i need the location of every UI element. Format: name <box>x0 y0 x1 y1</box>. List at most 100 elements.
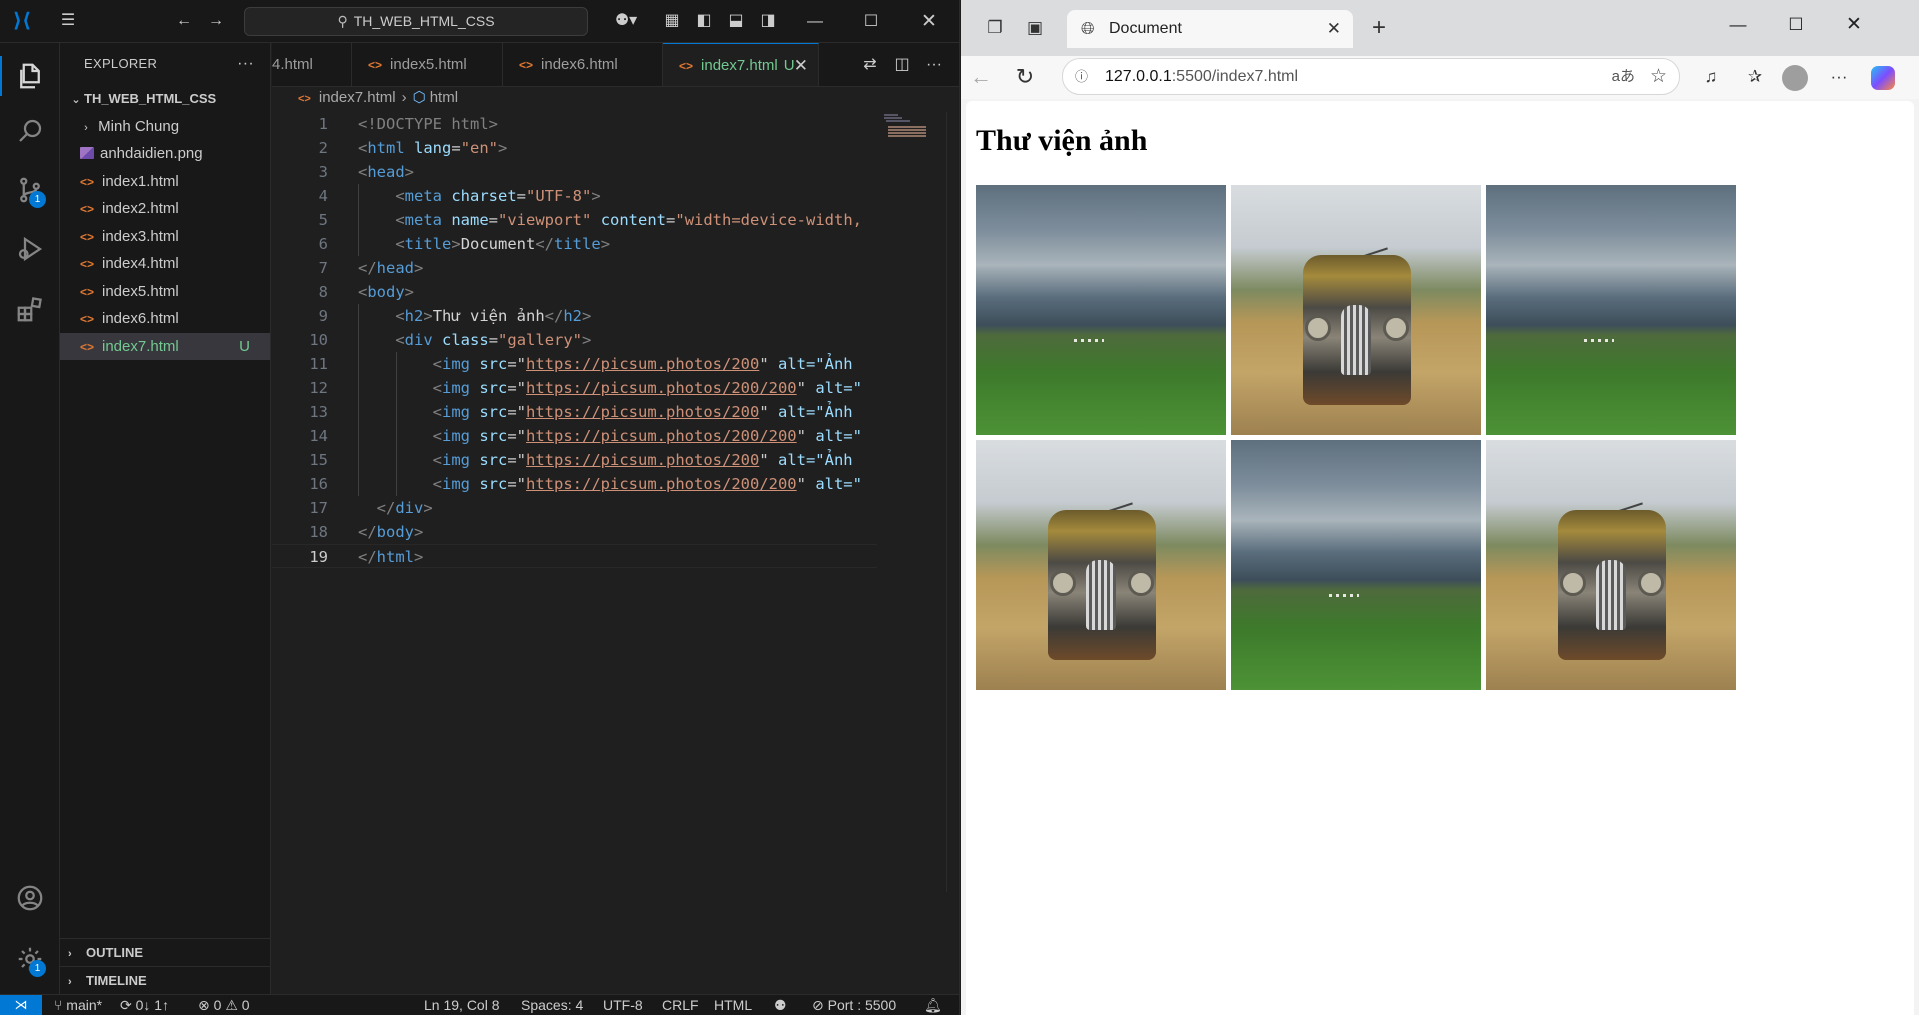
folder-label: Minh Chung <box>98 117 180 135</box>
favorites-icon[interactable]: ✰ <box>1739 61 1771 93</box>
truck-grille <box>1596 560 1626 630</box>
tab-index7[interactable]: <> index7.html U ✕ <box>663 43 819 86</box>
breadcrumb-file[interactable]: index7.html <box>319 89 396 106</box>
branch-status[interactable]: ⑂ main* <box>54 995 102 1015</box>
minimap[interactable] <box>884 112 946 152</box>
close-tab-icon[interactable]: ✕ <box>1327 10 1341 48</box>
toggle-secondary-sidebar-icon[interactable]: ◨ <box>756 10 780 32</box>
editor-scrollbar[interactable] <box>946 112 959 892</box>
content-value: "width=device-width, <box>675 211 862 229</box>
command-center-search[interactable]: ⚲ TH_WEB_HTML_CSS <box>244 7 588 36</box>
code-editor[interactable]: 1 <!DOCTYPE html> 2 <html lang="en"> 3 <hea… <box>272 112 877 892</box>
editor-more-icon[interactable]: ··· <box>918 43 950 86</box>
site-info-icon[interactable]: ⓘ <box>1075 59 1097 94</box>
img-src-link[interactable]: https://picsum.photos/200 <box>526 451 759 469</box>
language-status[interactable]: HTML <box>714 995 752 1015</box>
manage-gear-icon[interactable]: 1 <box>0 933 60 985</box>
favorite-star-icon[interactable]: ☆ <box>1650 59 1667 94</box>
search-icon[interactable] <box>0 105 60 157</box>
folder-minh-chung[interactable]: › Minh Chung <box>60 113 270 141</box>
more-actions-icon[interactable]: ··· <box>237 43 254 85</box>
line-number: 12 <box>309 379 328 397</box>
outline-section[interactable]: › OUTLINE <box>60 938 271 966</box>
menu-icon[interactable]: ☰ <box>56 10 80 32</box>
eol-status[interactable]: CRLF <box>662 995 699 1015</box>
toggle-sidebar-icon[interactable]: ◧ <box>692 10 716 32</box>
problems-status[interactable]: ⊗ 0 ⚠ 0 <box>198 995 250 1015</box>
explorer-icon[interactable] <box>0 50 60 102</box>
close-button[interactable]: ✕ <box>906 0 952 43</box>
source-control-icon[interactable]: 1 <box>0 164 60 216</box>
chevron-right-icon: › <box>68 948 72 960</box>
run-debug-icon[interactable] <box>0 223 60 275</box>
copilot-icon[interactable]: ⚉▾ <box>608 10 644 32</box>
file-index4[interactable]: <> index4.html <box>60 250 270 278</box>
settings-more-icon[interactable]: ··· <box>1823 61 1855 93</box>
img-src-link[interactable]: https://picsum.photos/200 <box>526 403 759 421</box>
img-src-link[interactable]: https://picsum.photos/200 <box>526 355 759 373</box>
indentation-status[interactable]: Spaces: 4 <box>521 995 583 1015</box>
compare-changes-icon[interactable]: ⇄ <box>854 43 886 86</box>
file-index1[interactable]: <> index1.html <box>60 168 270 196</box>
notifications-bell-icon[interactable]: 🔔︎ <box>924 995 942 1015</box>
sheep-detail <box>1329 594 1359 597</box>
back-icon[interactable]: ← <box>172 10 196 32</box>
gallery-image-truck <box>976 440 1226 690</box>
encoding-status[interactable]: UTF-8 <box>603 995 643 1015</box>
cursor-position[interactable]: Ln 19, Col 8 <box>424 995 500 1015</box>
tab-index5[interactable]: <> index5.html <box>352 43 503 86</box>
alt-attr: alt=" <box>815 475 862 493</box>
extensions-icon[interactable] <box>0 283 60 335</box>
tab-index6[interactable]: <> index6.html <box>503 43 663 86</box>
workspaces-icon[interactable]: ❐ <box>979 12 1011 44</box>
timeline-label: TIMELINE <box>86 973 147 988</box>
timeline-section[interactable]: › TIMELINE <box>60 966 271 994</box>
profile-avatar-icon[interactable] <box>1779 61 1811 93</box>
file-index3[interactable]: <> index3.html <box>60 223 270 251</box>
browser-maximize-button[interactable]: ☐ <box>1767 0 1825 50</box>
maximize-button[interactable]: ☐ <box>848 0 894 43</box>
file-anhdaidien[interactable]: anhdaidien.png <box>60 140 270 168</box>
address-bar[interactable]: ⓘ 127.0.0.1:5500/index7.html aあ ☆ <box>1062 58 1680 95</box>
remote-indicator-icon[interactable]: ⋊ <box>0 995 42 1015</box>
line-number: 4 <box>318 187 328 205</box>
file-label: index2.html <box>102 200 179 217</box>
browser-tab-document[interactable]: 🌐︎ Document ✕ <box>1067 10 1353 48</box>
minimize-button[interactable]: — <box>792 0 838 43</box>
customize-layout-icon[interactable]: ▦ <box>660 10 684 32</box>
split-editor-icon[interactable]: ◫ <box>886 43 918 86</box>
back-icon[interactable]: ← <box>965 61 997 93</box>
copilot-status-icon[interactable]: ⚉ <box>774 995 787 1015</box>
browser-close-button[interactable]: ✕ <box>1825 0 1883 50</box>
browser-minimize-button[interactable]: — <box>1709 0 1767 50</box>
live-server-status[interactable]: ⊘ Port : 5500 <box>812 995 896 1015</box>
html-file-icon: <> <box>80 202 95 216</box>
file-index7[interactable]: <> index7.html U <box>60 332 270 360</box>
refresh-icon[interactable]: ↻ <box>1009 61 1041 93</box>
img-src-link[interactable]: https://picsum.photos/200/200 <box>526 379 797 397</box>
extensions-puzzle-icon[interactable]: ♫ <box>1695 61 1727 93</box>
read-aloud-icon[interactable]: aあ <box>1612 59 1635 94</box>
toggle-panel-icon[interactable]: ⬓ <box>724 10 748 32</box>
html-file-icon: <> <box>298 93 311 105</box>
file-index5[interactable]: <> index5.html <box>60 278 270 306</box>
img-src-link[interactable]: https://picsum.photos/200/200 <box>526 475 797 493</box>
sidebar-bottom-sections: › OUTLINE › TIMELINE <box>60 938 271 994</box>
gallery-image-storm <box>976 185 1226 435</box>
name-value: "viewport" <box>498 211 592 229</box>
explorer-header: EXPLORER ··· <box>60 43 270 85</box>
workspace-root-folder[interactable]: ⌄ TH_WEB_HTML_CSS <box>60 85 270 113</box>
file-index2[interactable]: <> index2.html <box>60 195 270 223</box>
tab-actions-icon[interactable]: ▣ <box>1019 12 1051 44</box>
close-tab-icon[interactable]: ✕ <box>794 44 808 86</box>
file-index6[interactable]: <> index6.html <box>60 305 270 333</box>
sync-status[interactable]: ⟳ 0↓ 1↑ <box>120 995 169 1015</box>
tab-index4[interactable]: 4.html <box>272 43 352 86</box>
copilot-icon[interactable] <box>1867 61 1899 93</box>
img-src-link[interactable]: https://picsum.photos/200/200 <box>526 427 797 445</box>
breadcrumb-symbol[interactable]: html <box>430 89 458 106</box>
new-tab-icon[interactable]: + <box>1363 12 1395 44</box>
accounts-icon[interactable] <box>0 872 60 924</box>
code-line: 10 <div class="gallery"> <box>272 328 877 352</box>
forward-icon[interactable]: → <box>204 10 228 32</box>
